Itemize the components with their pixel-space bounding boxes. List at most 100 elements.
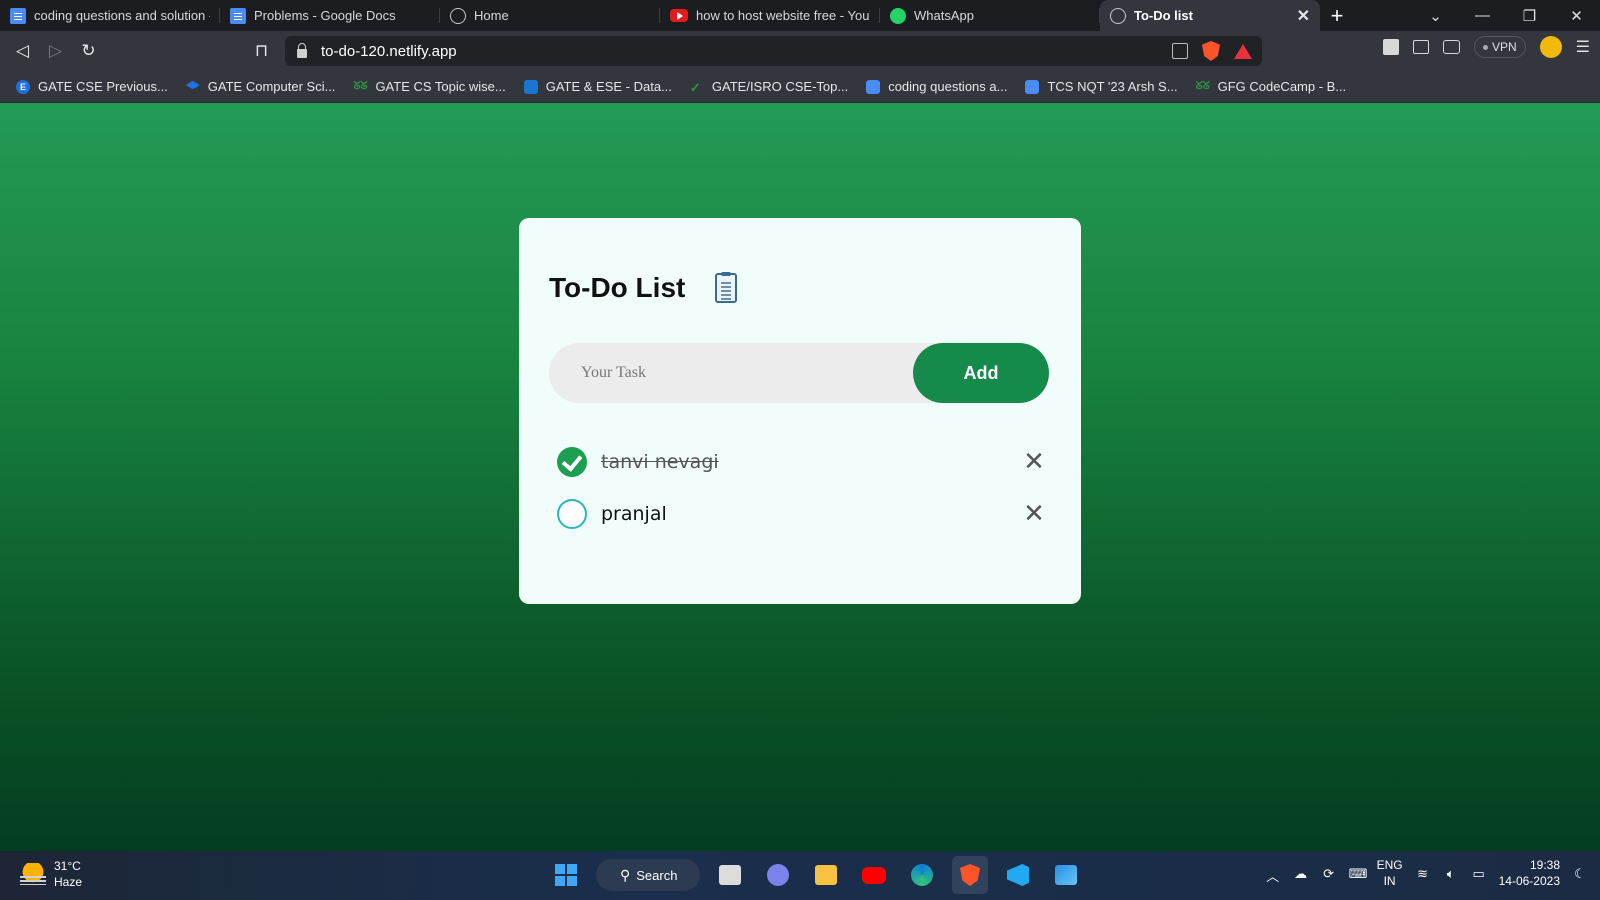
browser-tab-home[interactable]: Home: [440, 0, 660, 31]
lock-icon: [297, 42, 307, 58]
checked-circle-icon[interactable]: [557, 447, 587, 477]
list-item[interactable]: pranjal ✕: [549, 488, 1049, 540]
file-explorer-button[interactable]: [808, 856, 844, 894]
browser-tab-coding[interactable]: coding questions and solution -: [0, 0, 220, 31]
cloud-off-icon[interactable]: ☁: [1293, 866, 1309, 881]
bookmark-item[interactable]: ✓ GATE/ISRO CSE-Top...: [690, 79, 849, 95]
language-indicator[interactable]: ENG IN: [1377, 857, 1403, 889]
bookmark-label: coding questions a...: [888, 79, 1008, 94]
wifi-icon[interactable]: ≋: [1415, 866, 1431, 881]
weather-widget[interactable]: 31°C Haze: [20, 858, 82, 890]
keyboard-icon[interactable]: ⌨: [1349, 866, 1368, 881]
date: 14-06-2023: [1498, 874, 1560, 888]
address-bar[interactable]: to-do-120.netlify.app: [285, 36, 1262, 66]
browser-tab-youtube[interactable]: how to host website free - YouTu: [660, 0, 880, 31]
globe-icon: [1110, 7, 1126, 24]
task-view-button[interactable]: [712, 856, 748, 894]
tab-title: coding questions and solution -: [34, 8, 210, 23]
system-tray: ︿ ☁ ⟳ ⌨ ENG IN ≋ 🔈︎ ▭ 19:38 14-06-2023 ☾: [1265, 857, 1588, 889]
minimize-button[interactable]: —: [1459, 7, 1506, 24]
bookmark-label: GATE/ISRO CSE-Top...: [711, 79, 849, 94]
taskbar: 31°C Haze ⚲ Search ︿ ☁ ⟳ ⌨ ENG IN ≋ 🔈︎ ▭…: [0, 851, 1600, 900]
edge-button[interactable]: [904, 856, 940, 894]
menu-icon[interactable]: ☰: [1576, 37, 1590, 57]
time: 19:38: [1529, 858, 1560, 872]
brave-icon: [960, 864, 980, 886]
chat-button[interactable]: [760, 856, 796, 894]
taskbar-search[interactable]: ⚲ Search: [596, 859, 700, 891]
chevron-up-icon[interactable]: ︿: [1265, 866, 1281, 884]
docs-icon: [866, 79, 881, 94]
bookmark-item[interactable]: ᘜᘜ GFG CodeCamp - B...: [1196, 79, 1347, 94]
bookmark-item[interactable]: coding questions a...: [866, 79, 1007, 94]
brave-shields-icon[interactable]: [1202, 41, 1220, 61]
close-icon[interactable]: ✕: [1019, 499, 1049, 529]
new-tab-button[interactable]: +: [1320, 0, 1354, 31]
temperature: 31°C: [54, 859, 81, 873]
list-item[interactable]: tanvi nevagi ✕: [549, 436, 1049, 488]
vpn-button[interactable]: VPN: [1473, 36, 1526, 58]
tab-title: WhatsApp: [914, 8, 974, 23]
url-text: to-do-120.netlify.app: [321, 42, 457, 60]
docs-icon: [230, 7, 246, 24]
clock[interactable]: 19:38 14-06-2023: [1499, 857, 1560, 889]
volume-icon[interactable]: 🔈︎: [1443, 866, 1459, 881]
tab-title: Problems - Google Docs: [254, 8, 396, 23]
edge-icon: [911, 864, 933, 886]
graduation-cap-icon: [185, 80, 200, 90]
browser-tab-whatsapp[interactable]: WhatsApp: [880, 0, 1100, 31]
taskbar-apps: ⚲ Search: [548, 856, 1084, 894]
tab-search-chevron-icon[interactable]: ⌄: [1412, 7, 1459, 25]
search-label: Search: [636, 867, 678, 883]
bookmark-item[interactable]: GATE & ESE - Data...: [523, 79, 672, 94]
address-bar-actions: [1172, 41, 1252, 61]
close-tab-icon[interactable]: ✕: [1297, 6, 1310, 26]
unchecked-circle-icon[interactable]: [557, 499, 587, 529]
globe-icon: [450, 7, 466, 24]
battery-icon[interactable]: ▭: [1471, 866, 1487, 881]
youtube-app-button[interactable]: [856, 856, 892, 894]
weather-condition: Haze: [54, 875, 83, 889]
sync-icon[interactable]: ⟳: [1321, 866, 1337, 881]
task-text: tanvi nevagi: [601, 451, 719, 473]
start-button[interactable]: [548, 856, 584, 894]
card-header: To-Do List: [549, 272, 738, 304]
browser-tab-problems[interactable]: Problems - Google Docs: [220, 0, 440, 31]
profile-avatar[interactable]: [1539, 36, 1562, 58]
tab-title: Home: [474, 8, 509, 23]
bookmark-label: GATE CSE Previous...: [38, 79, 168, 94]
add-button[interactable]: Add: [913, 343, 1049, 403]
tab-title: how to host website free - YouTu: [696, 8, 870, 23]
wallet-icon[interactable]: [1442, 40, 1460, 54]
haze-weather-icon: [20, 863, 46, 885]
browser-tab-todo[interactable]: To-Do list ✕: [1100, 0, 1320, 31]
bookmark-e-icon: E: [16, 79, 30, 94]
reload-button[interactable]: ↻: [72, 36, 105, 66]
bookmark-item[interactable]: ᘜᘜ GATE CS Topic wise...: [353, 79, 505, 94]
youtube-icon: [862, 866, 886, 884]
brave-button[interactable]: [952, 856, 988, 894]
bookmarks-bar: E GATE CSE Previous... GATE Computer Sci…: [0, 71, 1600, 103]
share-icon[interactable]: [1172, 43, 1188, 59]
moon-icon[interactable]: ☾: [1572, 866, 1588, 881]
sidebar-icon[interactable]: [1412, 40, 1429, 54]
photos-button[interactable]: [1048, 856, 1084, 894]
bookmark-item[interactable]: TCS NQT '23 Arsh S...: [1025, 79, 1178, 94]
bookmark-label: GATE CS Topic wise...: [375, 79, 506, 94]
brave-rewards-icon[interactable]: [1234, 43, 1252, 59]
close-icon[interactable]: ✕: [1019, 447, 1049, 477]
bookmark-label: GATE Computer Sci...: [207, 79, 336, 94]
toolbar-actions: VPN ☰: [1382, 36, 1590, 58]
vscode-button[interactable]: [1000, 856, 1036, 894]
clipboard-icon: [715, 272, 738, 303]
restore-button[interactable]: ❐: [1506, 7, 1553, 25]
close-window-button[interactable]: ✕: [1553, 7, 1600, 25]
extensions-icon[interactable]: [1382, 39, 1399, 55]
bookmark-item[interactable]: GATE Computer Sci...: [185, 79, 336, 94]
bookmark-page-icon[interactable]: ⊓: [245, 36, 278, 66]
region-code: IN: [1383, 874, 1396, 888]
bookmark-item[interactable]: E GATE CSE Previous...: [16, 79, 168, 94]
task-input[interactable]: [549, 343, 913, 403]
forward-button[interactable]: ▷: [39, 36, 72, 66]
back-button[interactable]: ◁: [6, 36, 39, 66]
